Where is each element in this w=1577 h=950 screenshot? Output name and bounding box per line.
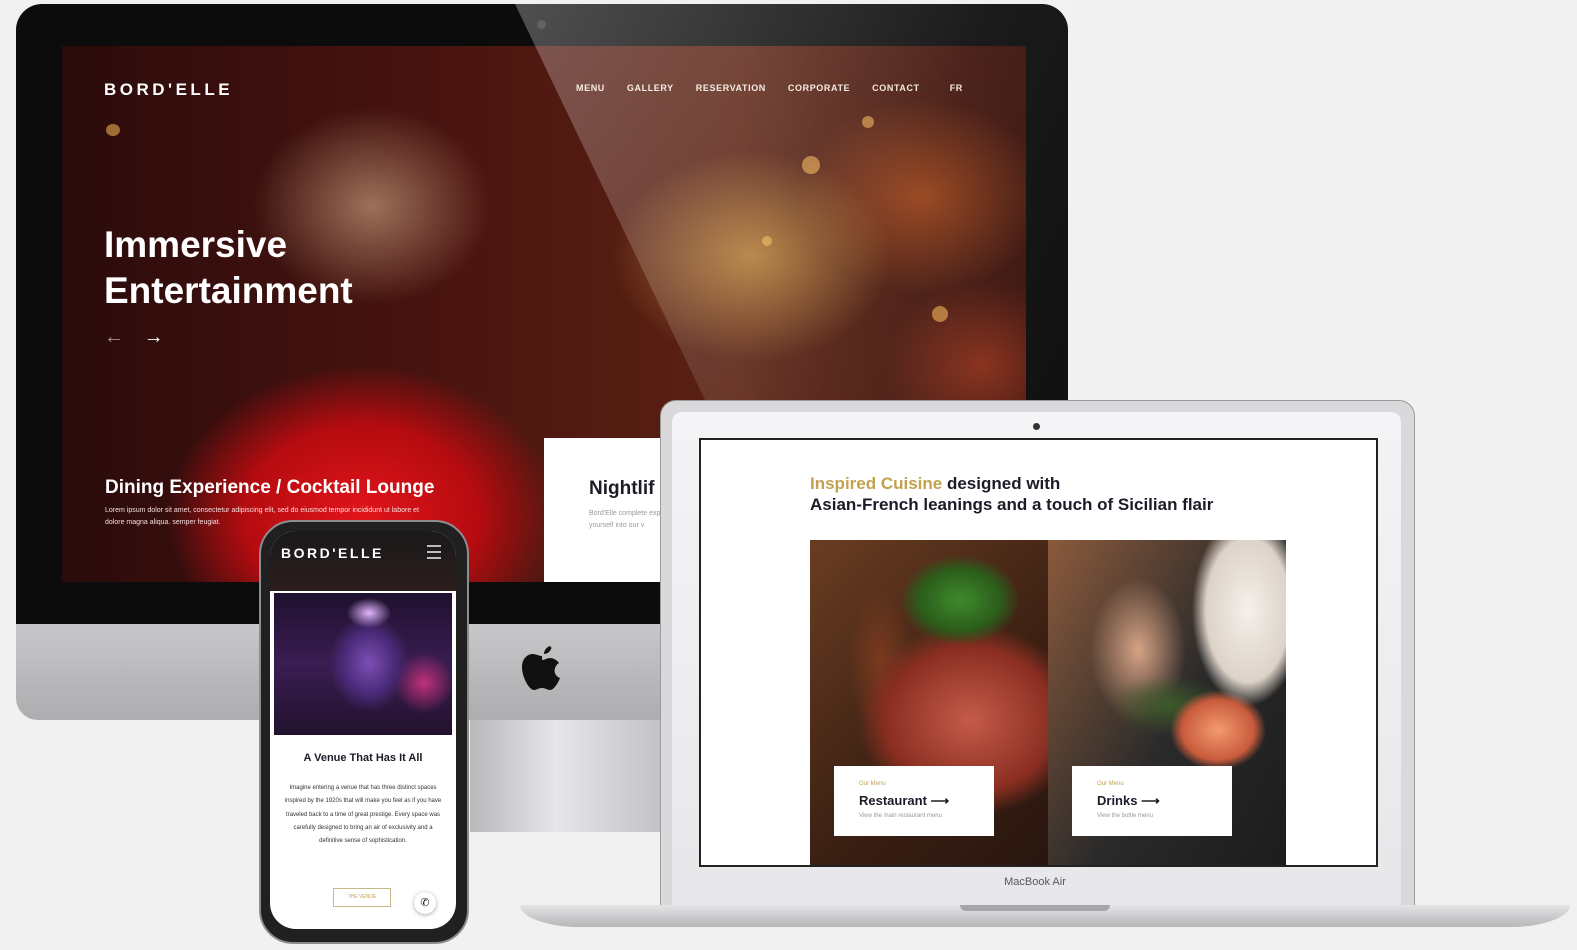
bokeh-light <box>802 156 820 174</box>
macbook-screen-website: Inspired Cuisine designed with Asian-Fre… <box>699 438 1378 867</box>
drinks-link[interactable]: Drinks ⟶ <box>1097 793 1160 809</box>
imac-camera <box>537 20 546 29</box>
macbook-label: MacBook Air <box>1004 876 1066 888</box>
nav-language-fr[interactable]: FR <box>950 83 963 93</box>
imac-stand <box>470 720 660 832</box>
bokeh-light <box>762 236 772 246</box>
venue-image <box>274 593 452 735</box>
nav-gallery[interactable]: GALLERY <box>627 83 674 93</box>
hero-title-line1: Immersive <box>104 224 288 265</box>
the-venue-button[interactable]: THE VENUE <box>333 888 391 907</box>
hero-title-line2: Entertainment <box>104 270 353 311</box>
hamburger-menu-icon[interactable] <box>427 545 441 559</box>
arrow-right-icon[interactable]: → <box>144 326 164 348</box>
arrow-right-icon: ⟶ <box>930 793 950 808</box>
main-nav: MENU GALLERY RESERVATION CORPORATE CONTA… <box>576 83 985 93</box>
nav-corporate[interactable]: CORPORATE <box>788 83 850 93</box>
phone-call-icon[interactable]: ✆ <box>414 892 436 914</box>
drinks-card[interactable]: Our Menu Drinks ⟶ View the bottle menu <box>1072 766 1232 836</box>
bokeh-light <box>862 116 874 128</box>
restaurant-link[interactable]: Restaurant ⟶ <box>859 793 949 809</box>
drinks-label: Drinks <box>1097 793 1138 808</box>
apple-logo-icon <box>522 646 560 690</box>
drinks-desc: View the bottle menu <box>1097 813 1153 819</box>
hero-title: Immersive Entertainment <box>104 222 464 314</box>
site-logo[interactable]: BORD'ELLE <box>104 80 233 100</box>
hero-slider-controls: ← → <box>104 326 178 349</box>
restaurant-tile[interactable]: Our Menu Restaurant ⟶ View the main rest… <box>810 540 1048 865</box>
bokeh-light <box>932 306 948 322</box>
nav-reservation[interactable]: RESERVATION <box>696 83 766 93</box>
restaurant-label: Restaurant <box>859 793 927 808</box>
macbook-notch <box>960 905 1110 911</box>
venue-title: A Venue That Has It All <box>303 752 423 764</box>
section-subheading: Dining Experience / Cocktail Lounge <box>105 477 435 498</box>
cuisine-heading: Inspired Cuisine designed with Asian-Fre… <box>810 473 1213 515</box>
iphone-screen-website: BORD'ELLE A Venue That Has It All Imagin… <box>270 531 456 929</box>
arrow-left-icon[interactable]: ← <box>104 326 124 348</box>
restaurant-card[interactable]: Our Menu Restaurant ⟶ View the main rest… <box>834 766 994 836</box>
restaurant-desc: View the main restaurant menu <box>859 813 942 819</box>
mobile-logo[interactable]: BORD'ELLE <box>281 545 384 561</box>
macbook-camera <box>1033 423 1040 430</box>
drinks-kicker: Our Menu <box>1097 781 1124 787</box>
drinks-tile[interactable]: Our Menu Drinks ⟶ View the bottle menu <box>1048 540 1286 865</box>
bokeh-light <box>106 124 120 136</box>
venue-text: Imagine entering a venue that has three … <box>284 785 442 845</box>
cuisine-heading-line2: Asian-French leanings and a touch of Sic… <box>810 495 1214 514</box>
arrow-right-icon: ⟶ <box>1141 793 1160 808</box>
nav-contact[interactable]: CONTACT <box>872 83 920 93</box>
nav-menu[interactable]: MENU <box>576 83 605 93</box>
cuisine-heading-accent: Inspired Cuisine <box>810 474 943 493</box>
nightlife-title: Nightlif <box>589 478 655 499</box>
mobile-header: BORD'ELLE <box>270 531 456 591</box>
restaurant-kicker: Our Menu <box>859 781 886 787</box>
cuisine-heading-rest: designed with <box>942 474 1061 493</box>
